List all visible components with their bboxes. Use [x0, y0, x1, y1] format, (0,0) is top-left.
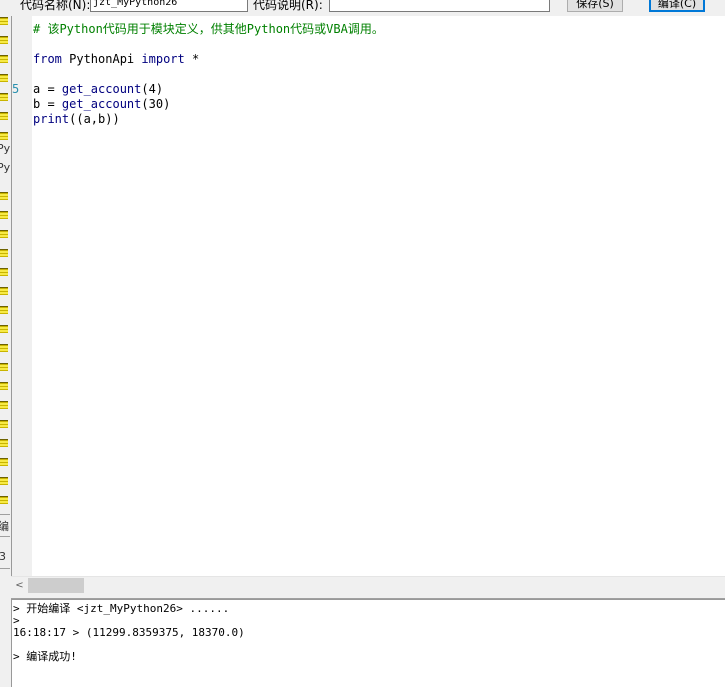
module-icon	[0, 249, 8, 257]
code-token-kw: import	[141, 52, 185, 66]
code-content[interactable]: # 该Python代码用于模块定义，供其他Python代码或VBA调用。 fro…	[33, 22, 384, 127]
strip-snippet: 编	[0, 520, 9, 533]
horizontal-scrollbar[interactable]: <	[11, 576, 725, 594]
strip-divider	[0, 536, 10, 537]
code-description-label: 代码说明(R):	[253, 0, 323, 12]
code-line[interactable]: b = get_account(30)	[33, 97, 384, 112]
code-name-label: 代码名称(N):	[20, 0, 91, 12]
output-line: 16:18:17 > (11299.8359375, 18370.0)	[13, 626, 245, 639]
module-icon	[0, 230, 8, 238]
module-icon	[0, 74, 8, 82]
code-token-fn: get_account	[61, 97, 142, 111]
code-line[interactable]: print((a,b))	[33, 112, 384, 127]
strip-divider	[0, 514, 10, 515]
module-icon	[0, 306, 8, 314]
module-icon	[0, 325, 8, 333]
module-icon	[0, 132, 8, 140]
code-editor[interactable]: 5 # 该Python代码用于模块定义，供其他Python代码或VBA调用。 f…	[11, 16, 725, 576]
strip-snippet: 3	[0, 550, 6, 563]
code-token-builtin: print	[33, 112, 70, 126]
module-icon	[0, 344, 8, 352]
module-icon	[0, 211, 8, 219]
strip-snippet: Py	[0, 142, 10, 155]
module-icon	[0, 458, 8, 466]
scroll-left-arrow-icon[interactable]: <	[11, 577, 28, 594]
code-token-comment: # 该Python代码用于模块定义，供其他Python代码或VBA调用。	[33, 22, 384, 36]
code-toolbar: 代码名称(N): jzt_MyPython26 代码说明(R): 保存(S) 编…	[0, 0, 725, 16]
module-icon	[0, 36, 8, 44]
save-button[interactable]: 保存(S)	[567, 0, 623, 12]
module-icon	[0, 55, 8, 63]
module-icon	[0, 93, 8, 101]
compile-button[interactable]: 编译(C)	[649, 0, 705, 12]
code-name-input[interactable]: jzt_MyPython26	[90, 0, 248, 12]
module-icon	[0, 17, 8, 25]
output-line: > 编译成功!	[13, 650, 77, 663]
module-icon	[0, 496, 8, 504]
module-icon	[0, 477, 8, 485]
module-icon	[0, 439, 8, 447]
strip-divider	[0, 568, 10, 569]
code-token: ((a,b))	[69, 112, 120, 126]
module-icon	[0, 112, 8, 120]
line-number-5: 5	[12, 82, 20, 96]
module-icon	[0, 382, 8, 390]
code-token-fn: get_account	[61, 82, 142, 96]
code-token: (30)	[141, 97, 171, 111]
code-token: (4)	[141, 82, 164, 96]
code-token-kw: from	[33, 52, 62, 66]
code-token: PythonApi	[61, 52, 142, 66]
scrollbar-thumb[interactable]	[28, 578, 84, 593]
code-line[interactable]: from PythonApi import *	[33, 52, 384, 67]
module-icon	[0, 268, 8, 276]
module-icon	[0, 192, 8, 200]
code-token: a =	[33, 82, 62, 96]
module-icon	[0, 420, 8, 428]
code-token: *	[184, 52, 200, 66]
code-line[interactable]	[33, 67, 384, 82]
module-icon	[0, 401, 8, 409]
module-icon	[0, 363, 8, 371]
code-line[interactable]	[33, 37, 384, 52]
line-number-gutter: 5	[12, 16, 32, 576]
output-line: > 开始编译 <jzt_MyPython26> ......	[13, 602, 230, 615]
code-line[interactable]: a = get_account(4)	[33, 82, 384, 97]
code-description-input[interactable]	[329, 0, 550, 12]
code-line[interactable]: # 该Python代码用于模块定义，供其他Python代码或VBA调用。	[33, 22, 384, 37]
compile-output-panel: > 开始编译 <jzt_MyPython26> ...... > 16:18:1…	[11, 599, 725, 687]
background-panel-strip: Py Py 编 3	[0, 16, 10, 686]
code-token: b =	[33, 97, 62, 111]
strip-snippet: Py	[0, 161, 10, 174]
module-icon	[0, 287, 8, 295]
